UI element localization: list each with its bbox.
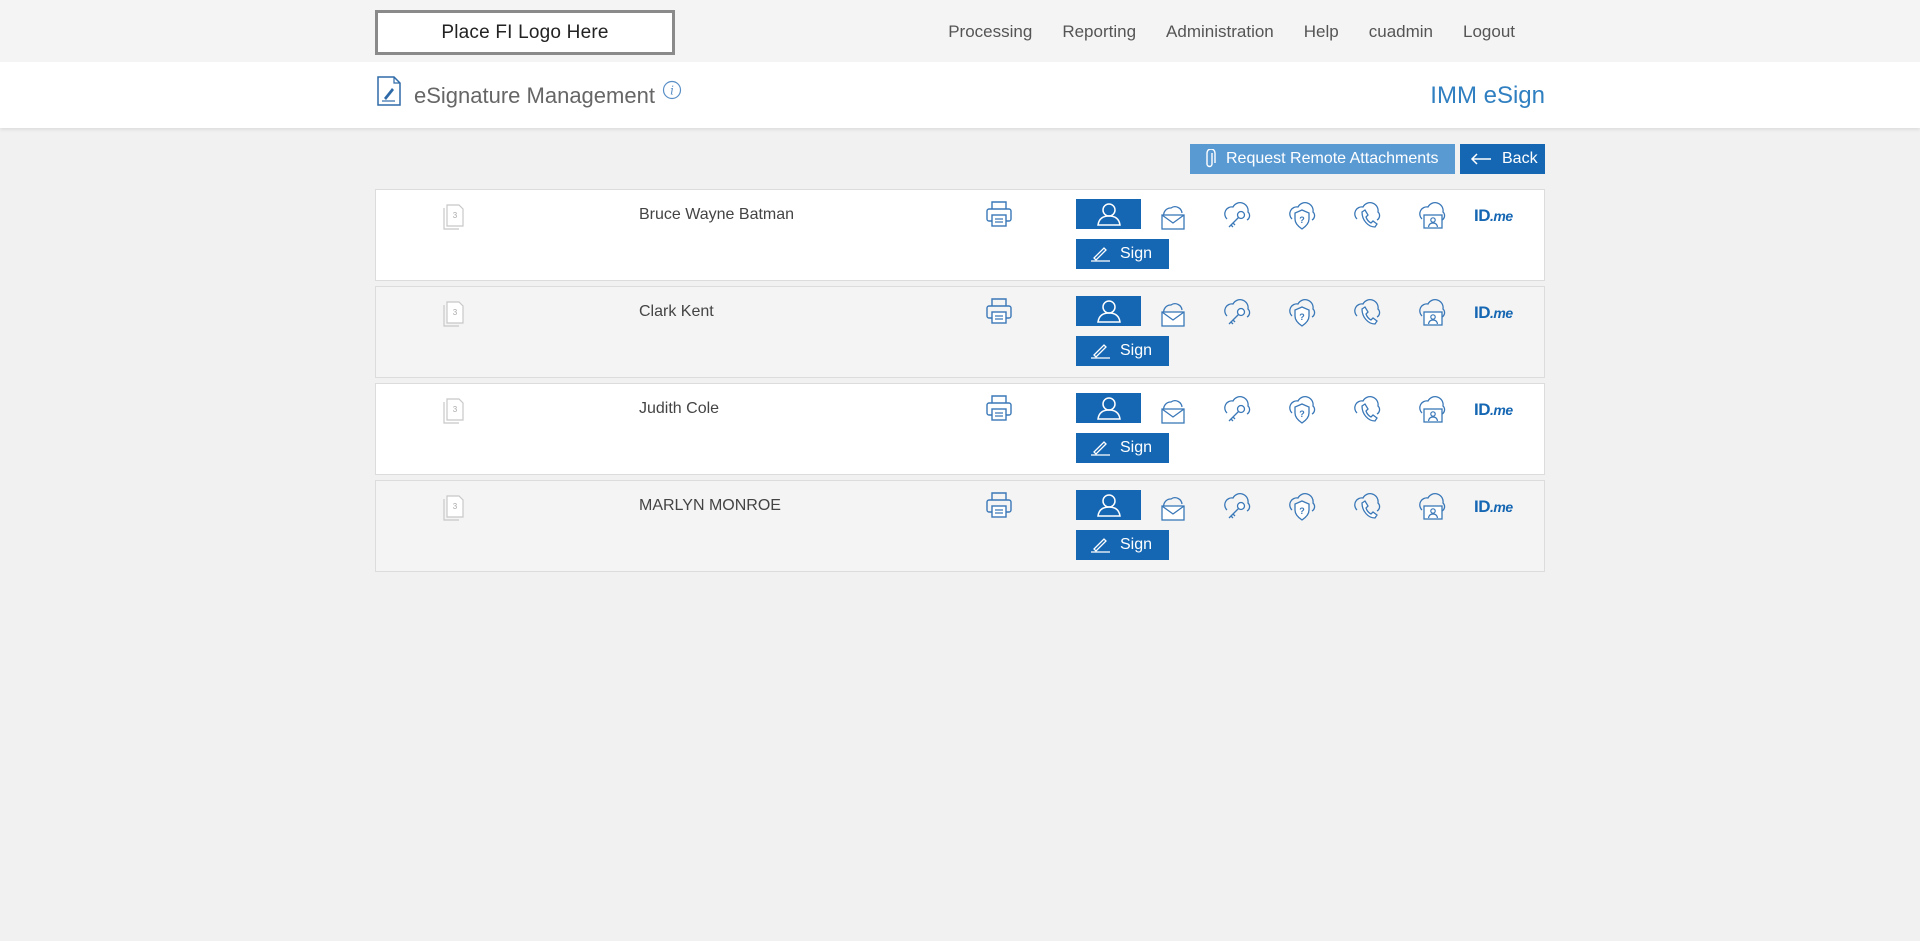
sign-label: Sign (1120, 536, 1153, 553)
cloud-shield-question-icon[interactable]: ? (1286, 297, 1318, 329)
signer-row: 3 MARLYN MONROE Sign ? ID.me (375, 480, 1545, 572)
cloud-shield-question-icon[interactable]: ? (1286, 200, 1318, 232)
cloud-phone-icon[interactable] (1351, 394, 1383, 426)
cloud-key-icon[interactable] (1221, 297, 1253, 329)
arrow-left-icon (1470, 153, 1491, 165)
cloud-phone-icon[interactable] (1351, 491, 1383, 523)
signer-identity-button[interactable] (1076, 296, 1141, 326)
pen-icon (1091, 441, 1110, 456)
cloud-id-card-icon[interactable] (1416, 200, 1448, 232)
person-icon (1096, 494, 1121, 517)
svg-text:3: 3 (453, 502, 458, 511)
signer-identity-button[interactable] (1076, 199, 1141, 229)
cloud-email-icon[interactable] (1156, 200, 1188, 232)
svg-text:?: ? (1299, 215, 1305, 225)
svg-text:?: ? (1299, 312, 1305, 322)
cloud-email-icon[interactable] (1156, 491, 1188, 523)
nav-logout[interactable]: Logout (1448, 21, 1530, 43)
logo-placeholder: Place FI Logo Here (375, 10, 675, 55)
document-copies-icon[interactable]: 3 (442, 301, 464, 327)
signer-row: 3 Clark Kent Sign ? ID.me (375, 286, 1545, 378)
signer-name: Clark Kent (639, 303, 714, 320)
signer-name: MARLYN MONROE (639, 497, 781, 514)
page-header: eSignature Management i IMM eSign (0, 62, 1920, 128)
idme-button[interactable]: ID.me (1474, 497, 1513, 517)
document-copies-icon[interactable]: 3 (442, 398, 464, 424)
sign-button[interactable]: Sign (1076, 239, 1169, 269)
svg-text:i: i (670, 84, 674, 98)
idme-me: .me (1490, 305, 1513, 321)
brand-title: IMM eSign (1430, 82, 1545, 109)
cloud-id-card-icon[interactable] (1416, 297, 1448, 329)
top-bar: Place FI Logo Here Processing Reporting … (0, 0, 1920, 62)
sign-button[interactable]: Sign (1076, 530, 1169, 560)
signer-identity-button[interactable] (1076, 393, 1141, 423)
cloud-key-icon[interactable] (1221, 394, 1253, 426)
pen-icon (1091, 538, 1110, 553)
nav-user[interactable]: cuadmin (1354, 21, 1448, 43)
idme-id: ID (1474, 206, 1491, 225)
signer-name: Judith Cole (639, 400, 720, 417)
idme-button[interactable]: ID.me (1474, 400, 1513, 420)
page-title: eSignature Management (414, 83, 655, 108)
printer-icon[interactable] (985, 200, 1013, 228)
idme-id: ID (1474, 497, 1491, 516)
svg-text:3: 3 (453, 211, 458, 220)
signer-row: 3 Bruce Wayne Batman Sign ? ID.me (375, 189, 1545, 281)
idme-me: .me (1490, 402, 1513, 418)
cloud-email-icon[interactable] (1156, 297, 1188, 329)
cloud-shield-question-icon[interactable]: ? (1286, 394, 1318, 426)
cloud-email-icon[interactable] (1156, 394, 1188, 426)
cloud-shield-question-icon[interactable]: ? (1286, 491, 1318, 523)
cloud-phone-icon[interactable] (1351, 297, 1383, 329)
person-icon (1096, 397, 1121, 420)
main-nav: Processing Reporting Administration Help… (933, 21, 1530, 43)
svg-text:3: 3 (453, 308, 458, 317)
printer-icon[interactable] (985, 297, 1013, 325)
printer-icon[interactable] (985, 491, 1013, 519)
idme-id: ID (1474, 303, 1491, 322)
svg-text:3: 3 (453, 405, 458, 414)
idme-button[interactable]: ID.me (1474, 303, 1513, 323)
cloud-key-icon[interactable] (1221, 200, 1253, 232)
paperclip-icon (1206, 149, 1216, 168)
cloud-key-icon[interactable] (1221, 491, 1253, 523)
idme-me: .me (1490, 208, 1513, 224)
svg-text:?: ? (1299, 506, 1305, 516)
signer-row: 3 Judith Cole Sign ? ID.me (375, 383, 1545, 475)
back-label: Back (1502, 150, 1538, 167)
nav-administration[interactable]: Administration (1151, 21, 1289, 43)
back-button[interactable]: Back (1460, 144, 1545, 174)
sign-label: Sign (1120, 342, 1153, 359)
printer-icon[interactable] (985, 394, 1013, 422)
person-icon (1096, 203, 1121, 226)
request-remote-attachments-button[interactable]: Request Remote Attachments (1190, 144, 1455, 174)
signer-identity-button[interactable] (1076, 490, 1141, 520)
svg-text:?: ? (1299, 409, 1305, 419)
cloud-id-card-icon[interactable] (1416, 491, 1448, 523)
cloud-id-card-icon[interactable] (1416, 394, 1448, 426)
sign-label: Sign (1120, 245, 1153, 262)
info-icon[interactable]: i (662, 80, 682, 100)
pen-icon (1091, 344, 1110, 359)
attach-label: Request Remote Attachments (1226, 150, 1439, 167)
document-copies-icon[interactable]: 3 (442, 204, 464, 230)
idme-me: .me (1490, 499, 1513, 515)
nav-processing[interactable]: Processing (933, 21, 1047, 43)
idme-button[interactable]: ID.me (1474, 206, 1513, 226)
sign-label: Sign (1120, 439, 1153, 456)
sign-button[interactable]: Sign (1076, 433, 1169, 463)
nav-help[interactable]: Help (1289, 21, 1354, 43)
document-edit-icon (377, 76, 401, 106)
signer-name: Bruce Wayne Batman (639, 206, 795, 223)
cloud-phone-icon[interactable] (1351, 200, 1383, 232)
document-copies-icon[interactable]: 3 (442, 495, 464, 521)
person-icon (1096, 300, 1121, 323)
sign-button[interactable]: Sign (1076, 336, 1169, 366)
pen-icon (1091, 247, 1110, 262)
idme-id: ID (1474, 400, 1491, 419)
nav-reporting[interactable]: Reporting (1047, 21, 1151, 43)
